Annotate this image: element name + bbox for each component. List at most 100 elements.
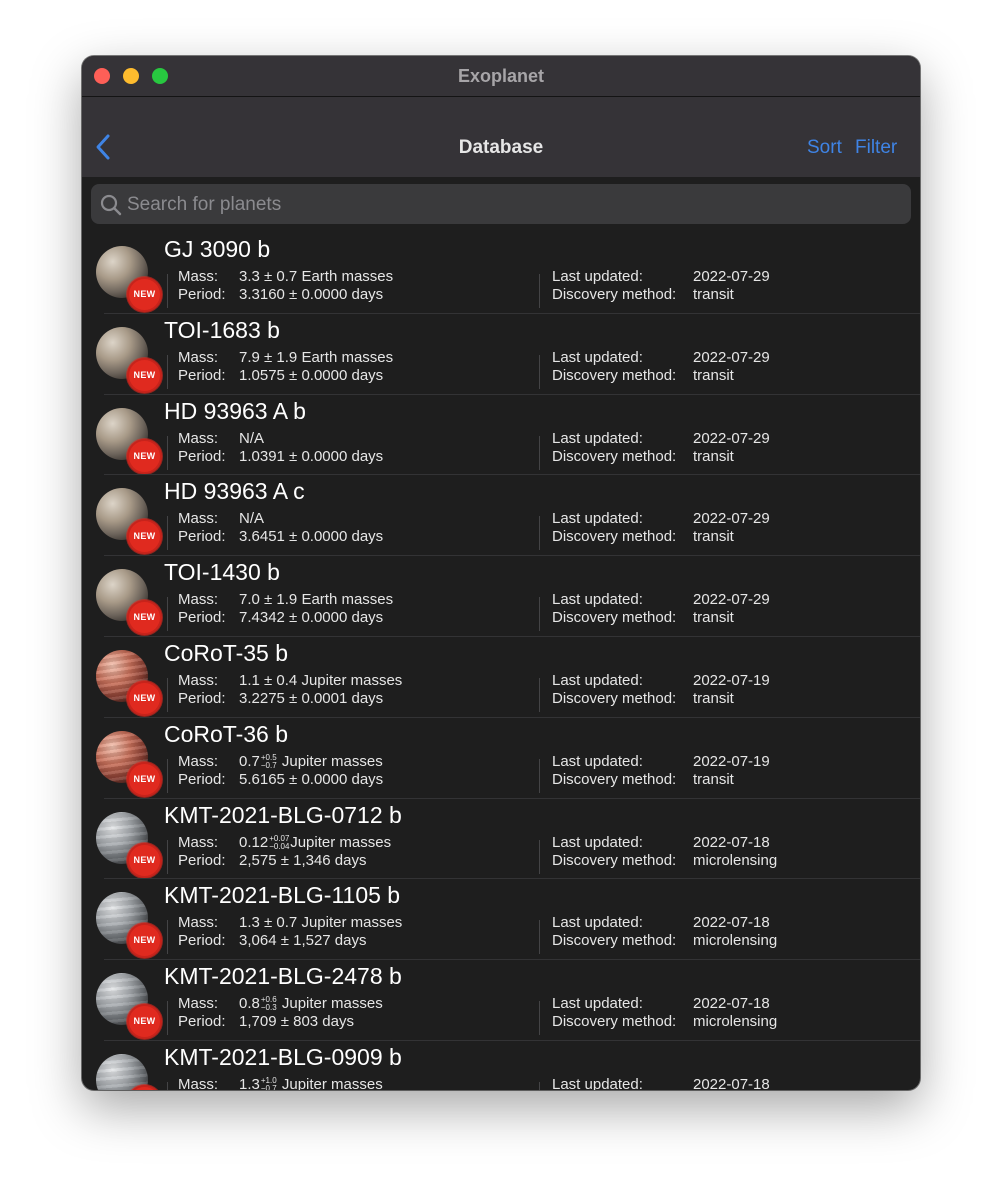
- discovery-method-value: transit: [693, 689, 734, 707]
- last-updated-label: Last updated:: [552, 1075, 643, 1090]
- mass-unit: Jupiter masses: [281, 752, 383, 770]
- last-updated-value: 2022-07-29: [693, 268, 770, 285]
- divider: [167, 516, 168, 551]
- period-value: 5.6165 ± 0.0000 days: [239, 770, 384, 788]
- discovery-method-value: transit: [693, 609, 734, 627]
- period-label: Period:: [178, 609, 226, 627]
- last-updated-value: 2022-07-18: [693, 914, 770, 932]
- planet-row[interactable]: NEW KMT-2021-BLG-0712 b Mass: 0.12 +0.07 −0.0…: [82, 799, 920, 880]
- last-updated-value: 2022-07-19: [693, 752, 770, 770]
- mass-error-lower: −0.3: [260, 1003, 277, 1013]
- new-badge: NEW: [129, 359, 160, 391]
- period-value: 2,575 ± 1,346 days: [239, 851, 367, 869]
- discovery-method-label: Discovery method:: [552, 851, 677, 869]
- planet-blue-icon: [96, 1053, 148, 1090]
- planet-row[interactable]: NEW TOI-1683 b Mass: 7.9 ± 1.9 Earth masses…: [82, 314, 920, 395]
- planet-name: HD 93963 A b: [164, 397, 306, 424]
- divider: [167, 597, 168, 632]
- divider: [539, 516, 540, 551]
- navigation-bar: Database Sort Filter: [82, 97, 920, 177]
- planet-row[interactable]: NEW CoRoT-35 b Mass: 1.1 ± 0.4 Jupiter mass…: [82, 637, 920, 718]
- planet-name: KMT-2021-BLG-2478 b: [164, 963, 402, 990]
- divider: [167, 354, 168, 389]
- last-updated-label: Last updated:: [552, 591, 643, 609]
- mass-label: Mass:: [178, 914, 219, 932]
- window-title: Exoplanet: [457, 66, 545, 86]
- new-badge: NEW: [129, 521, 160, 553]
- new-badge: NEW: [129, 682, 160, 714]
- period-label: Period:: [178, 851, 226, 869]
- planet-row[interactable]: NEW HD 93963 A c Mass: N/A Period: 3.6451 ± 0…: [82, 475, 920, 557]
- mass-value: N/A: [239, 430, 264, 447]
- new-badge: NEW: [129, 602, 160, 634]
- mass-value: N/A: [239, 510, 264, 527]
- planet-row[interactable]: NEWKMT-2021-BLG-0909 bMass:1.3+1.0−0.7Ju…: [82, 1041, 920, 1090]
- discovery-method-label: Discovery method:: [552, 447, 677, 465]
- discovery-method-value: microlensing: [693, 932, 778, 950]
- period-value: 1.0575 ± 0.0000 days: [239, 366, 384, 384]
- discovery-method-label: Discovery method:: [552, 932, 677, 950]
- mass-label: Mass:: [178, 348, 219, 366]
- discovery-method-label: Discovery method:: [552, 770, 677, 788]
- last-updated-value: 2022-07-29: [693, 348, 770, 366]
- mass-value: 3.3 ± 0.7 Earth masses: [239, 268, 393, 285]
- mass-asymmetric-error: +1.0 −0.7: [260, 1076, 282, 1090]
- divider: [539, 920, 540, 955]
- mass-unit: Jupiter masses: [281, 1075, 383, 1090]
- last-updated-value: 2022-07-29: [693, 510, 770, 528]
- planet-name: KMT-2021-BLG-1105 b: [164, 882, 401, 909]
- planet-row[interactable]: NEW GJ 3090 b Mass: 3.3 ± 0.7 Earth masses P…: [82, 233, 920, 314]
- period-label: Period:: [178, 932, 226, 950]
- mass-value: 0.8 +0.6 −0.3 Jupiter masses: [239, 995, 383, 1013]
- planet-row[interactable]: NEW KMT-2021-BLG-2478 b Mass: 0.8 +0.6 −0.3 Ju…: [82, 960, 920, 1041]
- last-updated-label: Last updated:: [552, 348, 643, 366]
- mass-text: 1.3 ± 0.7 Jupiter masses: [239, 914, 403, 932]
- mass-label: Mass:: [178, 995, 219, 1013]
- divider: [539, 839, 540, 874]
- mass-value-number: 0.7: [239, 752, 260, 770]
- planet-row[interactable]: NEW CoRoT-36 b Mass: 0.7 +0.5 −0.7 Jupiter mas…: [82, 718, 920, 799]
- planet-list[interactable]: NEW GJ 3090 b Mass: 3.3 ± 0.7 Earth masses P…: [82, 233, 920, 1090]
- period-label: Period:: [178, 689, 226, 707]
- planet-row[interactable]: NEW TOI-1430 b Mass: 7.0 ± 1.9 Earth masses…: [82, 556, 920, 637]
- planet-row[interactable]: NEW KMT-2021-BLG-1105 b Mass: 1.3 ± 0.7 Jup…: [82, 879, 920, 961]
- mass-label: Mass:: [178, 429, 219, 447]
- planet-name: KMT-2021-BLG-0712 b: [164, 801, 402, 828]
- mass-asymmetric-error: +0.5 −0.7: [260, 753, 282, 771]
- divider: [167, 1001, 168, 1036]
- planet-name: KMT-2021-BLG-0909 b: [164, 1043, 402, 1070]
- mass-label: Mass:: [178, 591, 219, 609]
- last-updated-label: Last updated:: [552, 752, 643, 770]
- last-updated-label: Last updated:: [552, 510, 643, 528]
- page-title: Database: [458, 137, 544, 158]
- mass-unit: Jupiter masses: [290, 833, 392, 851]
- period-value: 1.0391 ± 0.0000 days: [239, 447, 384, 465]
- sort-button[interactable]: Sort: [807, 137, 842, 159]
- mass-error-lower: −0.7: [260, 1083, 277, 1090]
- new-badge: NEW: [129, 440, 160, 472]
- period-value: 3,064 ± 1,527 days: [239, 932, 367, 950]
- planet-name: CoRoT-36 b: [164, 720, 289, 747]
- mass-value: 1.3 ± 0.7 Jupiter masses: [239, 914, 402, 931]
- search-input[interactable]: [125, 184, 889, 226]
- mass-asymmetric-error: +0.07 −0.04: [268, 834, 290, 852]
- last-updated-label: Last updated:: [552, 268, 643, 285]
- mass-text: 7.0 ± 1.9 Earth masses: [239, 591, 394, 609]
- mass-text: 3.3 ± 0.7 Earth masses: [239, 268, 394, 285]
- discovery-method-label: Discovery method:: [552, 286, 677, 303]
- period-label: Period:: [178, 286, 226, 303]
- search-box[interactable]: [91, 184, 911, 226]
- new-badge: NEW: [129, 1006, 160, 1038]
- filter-button[interactable]: Filter: [855, 137, 897, 159]
- divider: [539, 354, 540, 389]
- planet-name: CoRoT-35 b: [164, 639, 289, 666]
- planet-row[interactable]: NEW HD 93963 A b Mass: N/A Period: 1.0391 ± 0…: [82, 395, 920, 476]
- divider: [167, 920, 168, 955]
- app-window: Exoplanet Database Sort Filter NEW GJ 309…: [82, 56, 920, 1090]
- period-label: Period:: [178, 770, 226, 788]
- mass-label: Mass:: [178, 510, 219, 528]
- mass-value-number: 1.3: [239, 1075, 260, 1090]
- planet-name: GJ 3090 b: [164, 236, 271, 262]
- last-updated-value: 2022-07-19: [693, 671, 770, 689]
- mass-value-number: 0.8: [239, 995, 260, 1013]
